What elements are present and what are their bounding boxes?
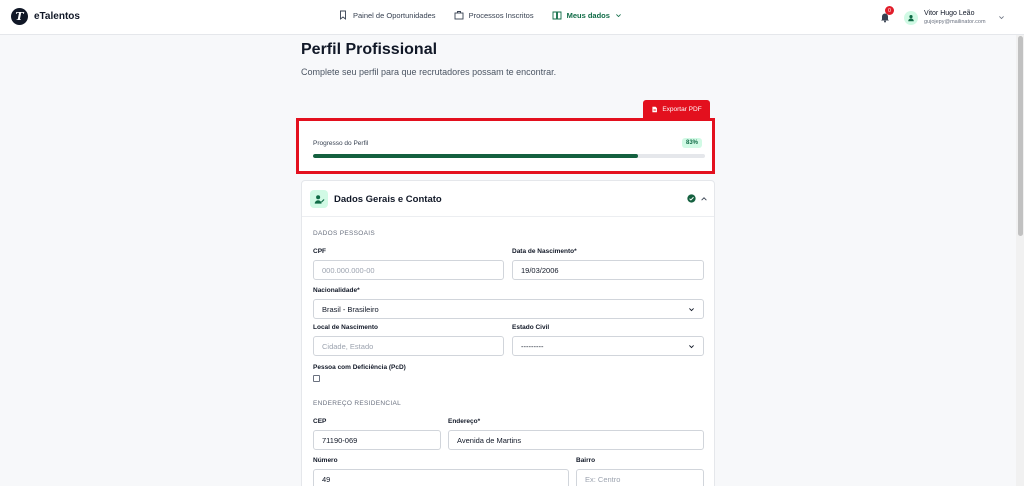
nav-item-meus-dados[interactable]: Meus dados bbox=[552, 10, 622, 20]
book-icon bbox=[552, 11, 562, 20]
pcd-label: Pessoa com Deficiência (PcD) bbox=[313, 364, 406, 371]
main-nav: Painel de Oportunidades Processos Inscri… bbox=[338, 10, 622, 20]
profile-progress-card: Progresso do Perfil 83% bbox=[296, 118, 715, 174]
cep-input[interactable]: 71190-069 bbox=[313, 430, 441, 450]
progress-label: Progresso do Perfil bbox=[313, 140, 369, 147]
notification-badge: 0 bbox=[885, 6, 894, 15]
user-email: gujojepy@mailinator.com bbox=[924, 19, 986, 25]
marital-status-value: --------- bbox=[521, 341, 544, 351]
number-input[interactable]: 49 bbox=[313, 469, 569, 486]
marital-status-select[interactable]: --------- bbox=[512, 336, 704, 356]
chevron-down-icon bbox=[689, 307, 694, 311]
cep-label: CEP bbox=[313, 418, 327, 425]
page-title: Perfil Profissional bbox=[301, 41, 438, 58]
user-menu[interactable]: Vitor Hugo Leão gujojepy@mailinator.com bbox=[904, 9, 986, 26]
app-name: eTalentos bbox=[34, 11, 80, 22]
nationality-select[interactable]: Brasil - Brasileiro bbox=[313, 299, 704, 319]
nav-item-processos[interactable]: Processos Inscritos bbox=[454, 10, 534, 20]
nav-item-label: Painel de Oportunidades bbox=[353, 10, 436, 20]
page-subtitle: Complete seu perfil para que recrutadore… bbox=[301, 67, 557, 77]
group-title-address: ENDEREÇO RESIDENCIAL bbox=[313, 400, 401, 407]
marital-status-label: Estado Civil bbox=[512, 324, 550, 331]
nav-item-label: Processos Inscritos bbox=[468, 10, 534, 20]
cpf-input[interactable]: 000.000.000-00 bbox=[313, 260, 504, 280]
scrollbar-thumb[interactable] bbox=[1018, 36, 1023, 236]
birth-date-input[interactable]: 19/03/2006 bbox=[512, 260, 704, 280]
logo-mark: T bbox=[11, 8, 28, 25]
bookmark-icon bbox=[340, 10, 346, 20]
nationality-value: Brasil - Brasileiro bbox=[322, 304, 379, 314]
cpf-label: CPF bbox=[313, 248, 326, 255]
progress-percent-badge: 83% bbox=[682, 138, 703, 148]
district-label: Bairro bbox=[576, 457, 596, 464]
chevron-up-icon[interactable] bbox=[700, 195, 708, 203]
address-input[interactable]: Avenida de Martins bbox=[448, 430, 704, 450]
user-name: Vitor Hugo Leão bbox=[924, 10, 975, 17]
export-pdf-button[interactable]: Exportar PDF bbox=[643, 100, 710, 118]
export-pdf-label: Exportar PDF bbox=[662, 105, 702, 113]
app-logo[interactable]: T eTalentos bbox=[11, 8, 80, 25]
user-avatar-icon bbox=[904, 10, 918, 25]
section-dados-gerais: Dados Gerais e Contato DADOS PESSOAIS CP… bbox=[301, 180, 715, 486]
group-title-personal: DADOS PESSOAIS bbox=[313, 230, 375, 237]
top-navbar: T eTalentos Painel de Oportunidades Proc… bbox=[0, 0, 1024, 35]
number-label: Número bbox=[313, 457, 338, 464]
birthplace-label: Local de Nascimento bbox=[313, 324, 379, 331]
nationality-label: Nacionalidade* bbox=[313, 287, 360, 294]
user-edit-icon bbox=[310, 190, 328, 208]
section-header[interactable]: Dados Gerais e Contato bbox=[302, 181, 714, 217]
nav-item-painel[interactable]: Painel de Oportunidades bbox=[338, 10, 436, 20]
check-circle-icon bbox=[687, 194, 696, 203]
nav-item-label: Meus dados bbox=[566, 10, 610, 20]
briefcase-icon bbox=[454, 11, 464, 20]
birthplace-input[interactable]: Cidade, Estado bbox=[313, 336, 504, 356]
chevron-down-icon bbox=[616, 13, 621, 17]
chevron-down-icon[interactable] bbox=[998, 14, 1005, 21]
file-pdf-icon bbox=[652, 106, 658, 112]
address-label: Endereço* bbox=[448, 418, 481, 425]
progress-bar bbox=[313, 154, 705, 158]
section-title: Dados Gerais e Contato bbox=[334, 194, 442, 205]
chevron-down-icon bbox=[689, 344, 694, 348]
progress-bar-fill bbox=[313, 154, 639, 158]
district-input[interactable]: Ex: Centro bbox=[576, 469, 704, 486]
pcd-checkbox[interactable] bbox=[313, 375, 320, 382]
birth-date-label: Data de Nascimento* bbox=[512, 248, 577, 255]
